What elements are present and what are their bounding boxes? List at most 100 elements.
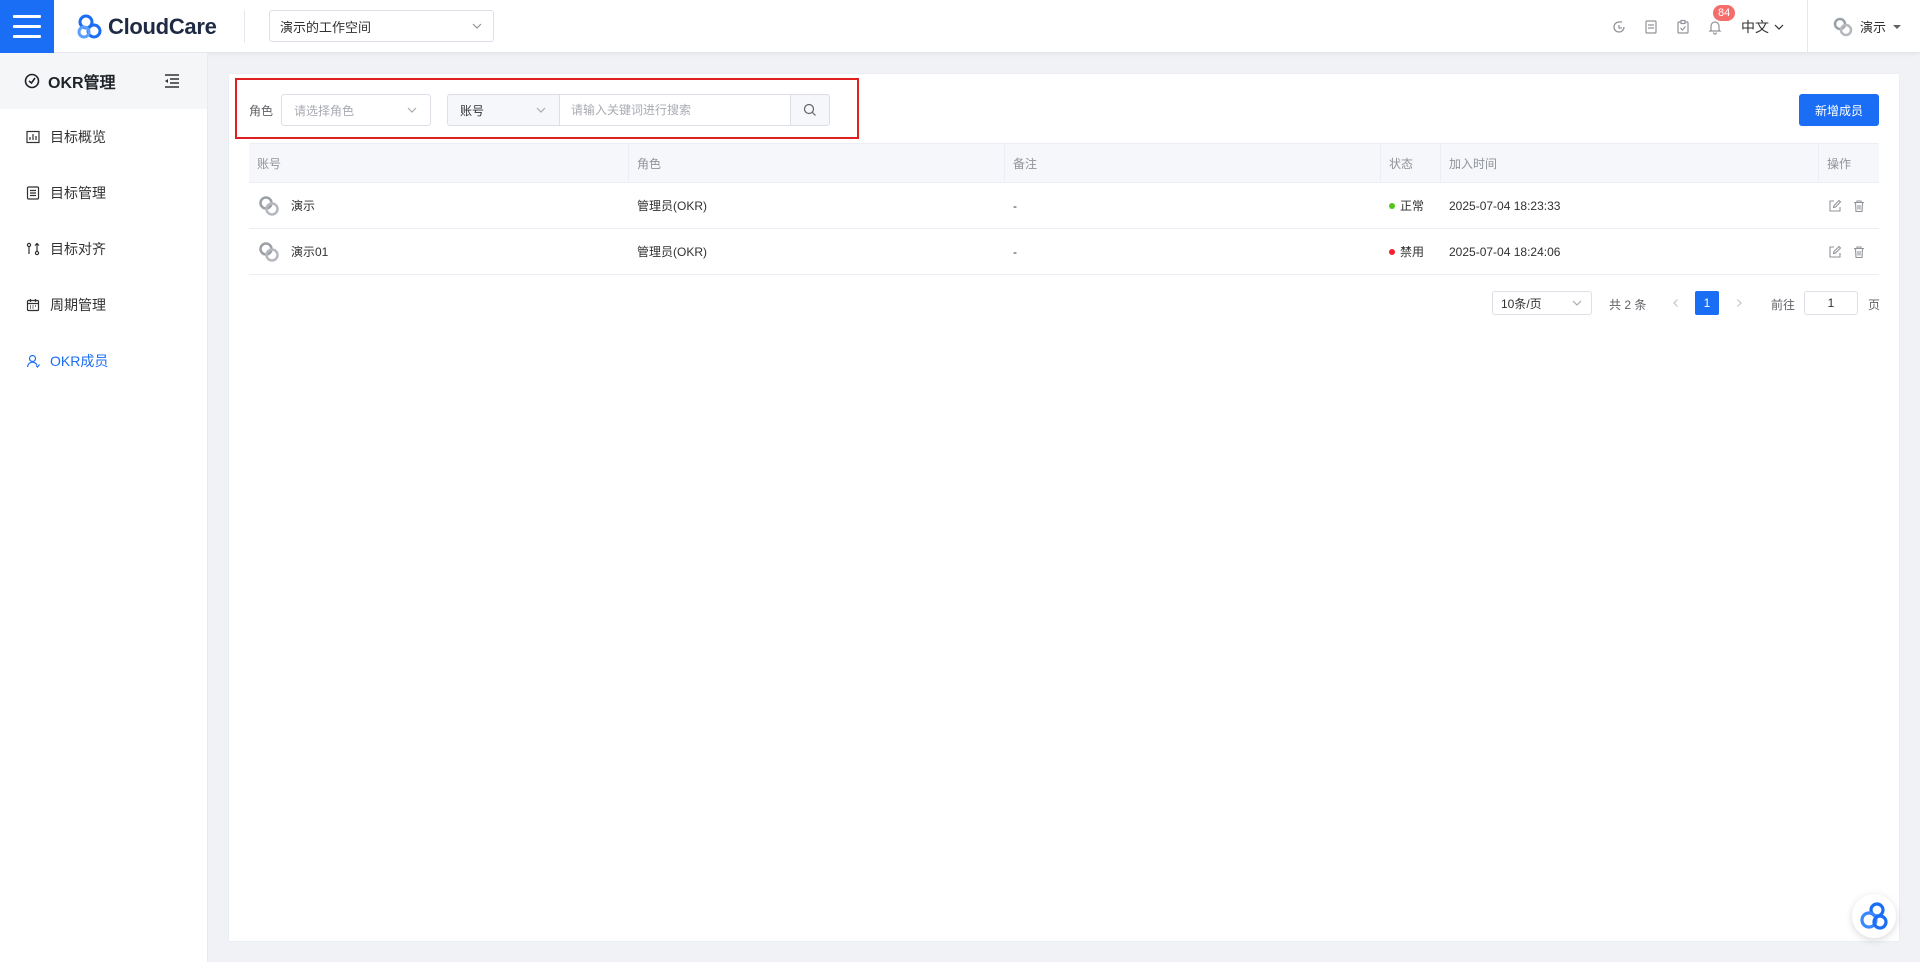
chevron-down-icon: [1774, 24, 1784, 30]
member-joined: 2025-07-04 18:24:06: [1449, 244, 1561, 259]
language-select[interactable]: 中文: [1741, 17, 1785, 37]
member-role: 管理员(OKR): [637, 245, 707, 259]
workspace-name: 演示的工作空间: [280, 19, 372, 35]
sidebar-item-label: 目标管理: [50, 185, 106, 201]
page-number-1[interactable]: 1: [1695, 291, 1719, 315]
collapse-sidebar-icon[interactable]: [162, 71, 182, 91]
search-input[interactable]: [559, 94, 791, 126]
dashboard-icon: [26, 129, 42, 145]
main-panel: 角色 请选择角色 账号 新增成员 账号 角色 备注 状态 加入时间 操作 演示: [228, 73, 1900, 942]
member-joined: 2025-07-04 18:23:33: [1449, 198, 1561, 213]
chevron-down-icon: [407, 107, 417, 113]
member-status: 正常: [1381, 183, 1441, 228]
role-filter-label: 角色: [249, 104, 274, 118]
table-row: 演示 管理员(OKR) - 正常 2025-07-04 18:23:33: [249, 183, 1879, 229]
sidebar-item-label: OKR成员: [50, 353, 109, 369]
delete-icon[interactable]: [1851, 198, 1867, 214]
column-header-account: 账号: [249, 144, 629, 182]
chevron-down-icon: [536, 107, 546, 113]
status-dot: [1389, 248, 1395, 255]
sidebar-item-overview[interactable]: 目标概览: [0, 109, 207, 165]
member-account: 演示01: [291, 245, 329, 259]
table-header: 账号 角色 备注 状态 加入时间 操作: [249, 143, 1879, 183]
user-name: 演示: [1859, 20, 1886, 35]
logo-text: CloudCare: [108, 14, 217, 39]
sidebar-item-cycles[interactable]: 周期管理: [0, 277, 207, 333]
column-header-status: 状态: [1381, 144, 1441, 182]
search-field-select[interactable]: 账号: [447, 94, 559, 126]
sidebar: OKR管理 目标概览 目标管理 目标对齐 周期管理 OKR成员: [0, 53, 208, 962]
user-menu[interactable]: 演示: [1832, 16, 1902, 38]
refresh-icon[interactable]: [1609, 17, 1629, 37]
user-avatar-icon: [1833, 17, 1853, 36]
edit-icon[interactable]: [1827, 244, 1843, 260]
search-field-value: 账号: [460, 103, 485, 118]
search-button[interactable]: [790, 94, 830, 126]
chevron-down-icon: [1572, 300, 1582, 306]
status-text: 正常: [1400, 199, 1425, 213]
caret-down-icon: [1893, 24, 1901, 29]
delete-icon[interactable]: [1851, 244, 1867, 260]
user-icon: [26, 353, 42, 369]
sidebar-title: OKR管理: [48, 75, 116, 92]
logo[interactable]: CloudCare: [76, 12, 217, 42]
goto-label: 前往: [1771, 298, 1796, 312]
prev-page-button[interactable]: [1664, 291, 1688, 315]
sidebar-item-alignment[interactable]: 目标对齐: [0, 221, 207, 277]
members-table: 账号 角色 备注 状态 加入时间 操作 演示 管理员(OKR) - 正常 202…: [249, 143, 1879, 275]
next-page-button[interactable]: [1727, 291, 1751, 315]
column-header-actions: 操作: [1827, 156, 1852, 171]
sidebar-item-label: 目标对齐: [50, 241, 106, 257]
pagination: 10条/页 共 2 条 1 前往 页: [229, 291, 1901, 315]
sidebar-item-label: 目标概览: [50, 129, 106, 145]
cloudcare-assistant-icon: [1860, 902, 1888, 930]
bell-icon[interactable]: 84: [1705, 4, 1736, 37]
list-icon: [26, 185, 42, 201]
column-header-joined: 加入时间: [1441, 144, 1819, 182]
column-header-role: 角色: [629, 144, 1005, 182]
divider: [244, 10, 245, 43]
align-icon: [26, 241, 42, 257]
member-remark: -: [1013, 198, 1017, 213]
member-remark: -: [1013, 244, 1017, 259]
member-role: 管理员(OKR): [637, 199, 707, 213]
total-count: 共 2 条: [1609, 298, 1647, 312]
edit-icon[interactable]: [1827, 198, 1843, 214]
chevron-down-icon: [472, 23, 482, 29]
search-icon: [803, 103, 816, 116]
page-size-select[interactable]: 10条/页: [1492, 291, 1592, 315]
menu-toggle-button[interactable]: [0, 0, 54, 53]
member-status: 禁用: [1381, 229, 1441, 274]
goto-suffix: 页: [1868, 298, 1881, 312]
top-navbar: CloudCare 演示的工作空间 84 中文 演示: [0, 0, 1920, 53]
row-actions: [1819, 183, 1879, 228]
clipboard-icon[interactable]: [1673, 17, 1693, 37]
status-text: 禁用: [1400, 245, 1425, 259]
target-icon: [24, 73, 40, 89]
calendar-icon: [26, 297, 42, 313]
assistant-float-button[interactable]: [1852, 894, 1896, 938]
member-account: 演示: [291, 199, 316, 213]
sidebar-header: OKR管理: [0, 53, 207, 109]
status-dot: [1389, 202, 1395, 209]
sidebar-item-label: 周期管理: [50, 297, 106, 313]
column-header-remark: 备注: [1005, 144, 1381, 182]
workspace-select[interactable]: 演示的工作空间: [269, 10, 494, 42]
document-icon[interactable]: [1641, 17, 1661, 37]
chevron-right-icon: [1737, 299, 1742, 307]
table-row: 演示01 管理员(OKR) - 禁用 2025-07-04 18:24:06: [249, 229, 1879, 275]
notification-badge: 84: [1712, 4, 1736, 21]
sidebar-item-members[interactable]: OKR成员: [0, 333, 207, 389]
goto-page-input[interactable]: [1804, 291, 1858, 315]
row-actions: [1819, 229, 1879, 274]
chevron-left-icon: [1673, 299, 1678, 307]
cloudcare-logo-icon: [77, 14, 102, 39]
add-member-button[interactable]: 新增成员: [1799, 94, 1879, 126]
language-label: 中文: [1740, 18, 1769, 35]
role-select[interactable]: 请选择角色: [281, 94, 431, 126]
member-avatar-icon: [257, 194, 281, 218]
page-size-value: 10条/页: [1501, 296, 1542, 311]
divider: [1806, 0, 1808, 53]
sidebar-item-objectives[interactable]: 目标管理: [0, 165, 207, 221]
role-select-placeholder: 请选择角色: [294, 103, 355, 118]
